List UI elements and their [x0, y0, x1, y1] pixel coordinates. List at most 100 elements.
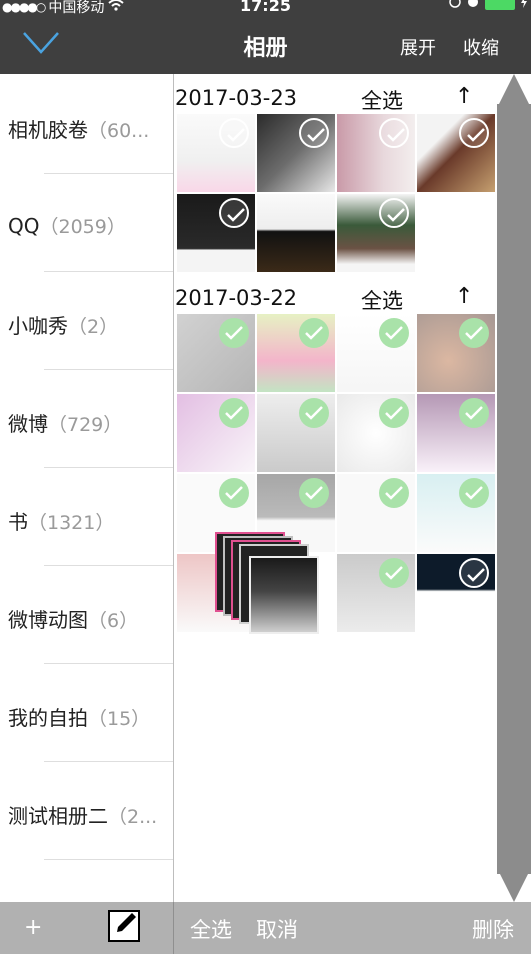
- photo-thumbnail[interactable]: [337, 394, 415, 472]
- album-label: 微博动图（6）: [8, 604, 138, 633]
- section-header: 2017-03-22 全选 ↑: [175, 278, 496, 318]
- checkmark-icon: [379, 198, 409, 228]
- photo-thumbnail[interactable]: [257, 394, 335, 472]
- album-item[interactable]: 微博动图（6）: [0, 566, 173, 664]
- checkmark-icon: [219, 118, 249, 148]
- collapse-button[interactable]: 收缩: [463, 34, 499, 60]
- scroll-track[interactable]: [497, 104, 531, 874]
- bottom-toolbar: + 全选 取消 删除: [0, 902, 531, 954]
- section-date: 2017-03-23: [175, 86, 298, 110]
- album-label: 书（1321）: [8, 506, 114, 535]
- charging-icon: [521, 0, 527, 12]
- checkmark-icon: [459, 478, 489, 508]
- page-title: 相册: [243, 36, 288, 61]
- photo-thumbnail[interactable]: [417, 314, 495, 392]
- album-name: 测试相册二: [8, 804, 108, 828]
- photo-thumbnail[interactable]: [417, 554, 495, 632]
- section-date: 2017-03-22: [175, 286, 298, 310]
- checkmark-icon: [219, 478, 249, 508]
- album-count: （2...: [108, 806, 158, 828]
- checkmark-icon: [379, 118, 409, 148]
- lock-rotation-icon: [449, 0, 461, 12]
- section-select-all-button[interactable]: 全选: [361, 285, 403, 315]
- album-label: 小咖秀（2）: [8, 310, 118, 339]
- photo-thumbnail[interactable]: [257, 114, 335, 192]
- photo-thumbnail[interactable]: [177, 194, 255, 272]
- album-name: 书: [8, 510, 28, 534]
- battery-icon: [485, 0, 515, 10]
- album-item[interactable]: 微博（729）: [0, 370, 173, 468]
- section-select-all-button[interactable]: 全选: [361, 85, 403, 115]
- album-count: （15）: [88, 708, 151, 730]
- album-name: 微博: [8, 412, 48, 436]
- expand-button[interactable]: 展开: [400, 34, 436, 60]
- checkmark-icon: [299, 398, 329, 428]
- album-item[interactable]: QQ（2059）: [0, 174, 173, 272]
- divider: [173, 902, 174, 954]
- album-item[interactable]: 小咖秀（2）: [0, 272, 173, 370]
- up-arrow-icon[interactable]: ↑: [455, 84, 473, 109]
- add-album-button[interactable]: +: [24, 915, 42, 940]
- album-item[interactable]: 相机胶卷（60...: [0, 76, 173, 174]
- checkmark-icon: [379, 398, 409, 428]
- checkmark-icon: [299, 318, 329, 348]
- photo-thumbnail[interactable]: [257, 314, 335, 392]
- album-item[interactable]: 我的自拍（15）: [0, 664, 173, 762]
- album-count: （6）: [88, 610, 139, 632]
- album-label: 微博（729）: [8, 408, 122, 437]
- edit-icon[interactable]: [108, 908, 142, 942]
- photo-thumbnail[interactable]: [337, 554, 415, 632]
- divider: [44, 859, 173, 860]
- photo-thumbnail[interactable]: [177, 394, 255, 472]
- dragging-photo-stack[interactable]: [215, 532, 325, 636]
- top-bar: ●●●●○ 中国移动 17:25 相册 展开 收缩: [0, 0, 531, 74]
- checkmark-icon: [459, 118, 489, 148]
- up-arrow-icon[interactable]: ↑: [455, 284, 473, 309]
- album-name: 相机胶卷: [8, 118, 88, 142]
- scrollbar[interactable]: [497, 74, 531, 902]
- checkmark-icon: [219, 198, 249, 228]
- album-count: （60...: [88, 120, 150, 142]
- album-count: （2）: [68, 316, 119, 338]
- photo-thumbnail[interactable]: [337, 194, 415, 272]
- album-name: QQ: [8, 214, 40, 238]
- checkmark-icon: [379, 558, 409, 588]
- photo-thumbnail[interactable]: [177, 314, 255, 392]
- photo-thumbnail[interactable]: [417, 114, 495, 192]
- album-name: 微博动图: [8, 608, 88, 632]
- photo-thumbnail[interactable]: [177, 114, 255, 192]
- checkmark-icon: [379, 478, 409, 508]
- checkmark-icon: [219, 318, 249, 348]
- album-name: 我的自拍: [8, 706, 88, 730]
- cancel-button[interactable]: 取消: [256, 914, 298, 944]
- album-label: 测试相册二（2...: [8, 800, 157, 829]
- album-count: （2059）: [39, 216, 126, 238]
- album-item[interactable]: 书（1321）: [0, 468, 173, 566]
- checkmark-icon: [219, 398, 249, 428]
- photo-grid: 2017-03-23 全选 ↑ 2017-03-22 全选 ↑: [175, 74, 496, 902]
- album-sidebar: 相机胶卷（60... QQ（2059） 小咖秀（2） 微博（729） 书（132…: [0, 74, 174, 902]
- delete-button[interactable]: 删除: [472, 914, 514, 944]
- select-all-button[interactable]: 全选: [190, 914, 232, 944]
- album-count: （1321）: [28, 512, 115, 534]
- photo-thumbnail[interactable]: [337, 474, 415, 552]
- photo-thumbnail[interactable]: [337, 114, 415, 192]
- photo-thumbnail[interactable]: [257, 194, 335, 272]
- scroll-down-icon[interactable]: [497, 868, 531, 902]
- photo-thumbnail[interactable]: [337, 314, 415, 392]
- album-label: 我的自拍（15）: [8, 702, 150, 731]
- album-item[interactable]: 测试相册二（2...: [0, 762, 173, 860]
- photo-thumbnail[interactable]: [417, 394, 495, 472]
- alarm-icon: [467, 0, 479, 12]
- checkmark-icon: [299, 118, 329, 148]
- checkmark-icon: [459, 558, 489, 588]
- checkmark-icon: [459, 318, 489, 348]
- status-bar: ●●●●○ 中国移动 17:25: [0, 0, 531, 16]
- photo-thumbnail[interactable]: [417, 474, 495, 552]
- album-label: 相机胶卷（60...: [8, 114, 149, 143]
- checkmark-icon: [459, 398, 489, 428]
- checkmark-icon: [379, 318, 409, 348]
- scroll-up-icon[interactable]: [497, 74, 531, 108]
- checkmark-icon: [299, 478, 329, 508]
- album-count: （729）: [48, 414, 123, 436]
